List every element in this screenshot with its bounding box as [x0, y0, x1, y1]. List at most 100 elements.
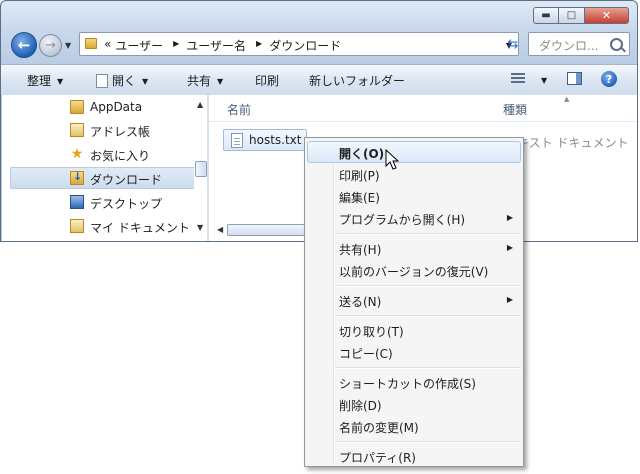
- navigation-pane: AppData アドレス帳 ★ お気に入り ダウンロード デスクトップ マイ ド…: [2, 95, 207, 241]
- menu-item-open[interactable]: 開く(O): [307, 141, 521, 163]
- nav-item-favorites[interactable]: ★ お気に入り: [10, 143, 200, 165]
- menu-separator: [335, 285, 521, 287]
- submenu-arrow-icon: ▶: [506, 295, 513, 304]
- menu-item-label: 送る(N): [339, 295, 382, 309]
- favorites-star-icon: ★: [70, 146, 84, 162]
- file-item[interactable]: hosts.txt: [223, 129, 307, 151]
- breadcrumb: « ユーザー ▶ ユーザー名 ▶ ダウンロード: [104, 37, 345, 54]
- nav-item-label: ダウンロード: [90, 173, 163, 187]
- column-header-type[interactable]: 種類: [503, 101, 527, 118]
- menu-item-cut[interactable]: 切り取り(T): [307, 319, 521, 341]
- recent-pages-dropdown-icon[interactable]: ▼: [65, 41, 71, 50]
- breadcrumb-overflow[interactable]: «: [104, 37, 111, 54]
- menu-item-label: コピー(C): [339, 347, 393, 361]
- back-button[interactable]: ←: [11, 32, 37, 58]
- refresh-button[interactable]: ⇆: [502, 33, 524, 55]
- menu-item-send-to[interactable]: 送る(N) ▶: [307, 289, 521, 311]
- menu-separator: [335, 233, 521, 235]
- forward-button[interactable]: →: [39, 34, 62, 57]
- change-view-icon[interactable]: [511, 73, 525, 84]
- menu-item-rename[interactable]: 名前の変更(M): [307, 415, 521, 437]
- close-button[interactable]: ✕: [585, 7, 629, 24]
- document-icon: [96, 74, 108, 88]
- menu-item-label: ショートカットの作成(S): [339, 377, 476, 391]
- forward-arrow-icon: →: [45, 38, 56, 53]
- organize-button[interactable]: 整理 ▼: [27, 72, 63, 89]
- help-icon[interactable]: ?: [601, 71, 617, 87]
- breadcrumb-item-username[interactable]: ユーザー名: [186, 37, 246, 54]
- back-arrow-icon: ←: [17, 36, 31, 54]
- search-input[interactable]: ダウンロ...: [528, 32, 630, 56]
- menu-item-delete[interactable]: 削除(D): [307, 393, 521, 415]
- menu-item-print[interactable]: 印刷(P): [307, 163, 521, 185]
- chevron-right-icon[interactable]: ▶: [173, 39, 179, 56]
- menu-item-label: 印刷(P): [339, 169, 380, 183]
- menu-item-label: プロパティ(R): [339, 451, 416, 465]
- submenu-arrow-icon: ▶: [506, 243, 513, 252]
- command-bar: 整理 ▼ 開く ▼ 共有 ▼ 印刷 新しいフォルダー ▼ ?: [1, 64, 637, 96]
- menu-item-copy[interactable]: コピー(C): [307, 341, 521, 363]
- chevron-right-icon[interactable]: ▶: [256, 39, 262, 56]
- minimize-button[interactable]: ▬: [533, 7, 559, 24]
- nav-item-appdata[interactable]: AppData: [10, 96, 200, 118]
- text-file-icon: [231, 133, 243, 148]
- menu-separator: [335, 441, 521, 443]
- new-folder-button[interactable]: 新しいフォルダー: [309, 72, 405, 89]
- menu-item-properties[interactable]: プロパティ(R): [307, 445, 521, 467]
- scrollbar-thumb[interactable]: [227, 224, 307, 236]
- nav-item-label: マイ ドキュメント: [90, 221, 190, 235]
- submenu-arrow-icon: ▶: [506, 213, 513, 222]
- nav-item-contacts[interactable]: アドレス帳: [10, 119, 200, 141]
- scroll-left-icon[interactable]: ◀: [217, 225, 223, 234]
- nav-vertical-scrollbar[interactable]: ▲ ▼: [194, 95, 207, 241]
- open-label: 開く: [112, 74, 137, 88]
- nav-item-label: AppData: [90, 100, 143, 114]
- menu-separator: [335, 367, 521, 369]
- share-button[interactable]: 共有 ▼: [187, 72, 223, 89]
- menu-item-label: 名前の変更(M): [339, 421, 419, 435]
- menu-item-label: 切り取り(T): [339, 325, 404, 339]
- mouse-cursor-icon: [385, 149, 399, 170]
- chevron-down-icon: ▼: [57, 77, 64, 86]
- menu-item-label: 編集(E): [339, 191, 380, 205]
- nav-item-label: お気に入り: [90, 149, 151, 163]
- menu-item-open-with[interactable]: プログラムから開く(H) ▶: [307, 207, 521, 229]
- preview-pane-icon[interactable]: [567, 72, 582, 85]
- print-button[interactable]: 印刷: [255, 72, 279, 89]
- search-icon[interactable]: [610, 38, 623, 51]
- contacts-folder-icon: [70, 123, 84, 137]
- scroll-up-icon[interactable]: ▲: [197, 100, 203, 109]
- nav-item-desktop[interactable]: デスクトップ: [10, 191, 200, 213]
- address-bar[interactable]: « ユーザー ▶ ユーザー名 ▶ ダウンロード ▼: [79, 32, 519, 56]
- new-folder-label: 新しいフォルダー: [309, 74, 406, 88]
- context-menu: 開く(O) 印刷(P) 編集(E) プログラムから開く(H) ▶ 共有(H) ▶…: [304, 137, 524, 467]
- column-header-name[interactable]: 名前: [227, 101, 251, 118]
- nav-item-downloads[interactable]: ダウンロード: [10, 167, 200, 189]
- menu-item-edit[interactable]: 編集(E): [307, 185, 521, 207]
- sort-ascending-icon: ▲: [564, 95, 570, 103]
- nav-item-label: アドレス帳: [90, 125, 151, 139]
- scrollbar-thumb[interactable]: [195, 161, 207, 177]
- chevron-down-icon: ▼: [142, 77, 149, 86]
- menu-separator: [335, 315, 521, 317]
- file-name: hosts.txt: [249, 133, 302, 147]
- column-divider: [209, 121, 637, 122]
- chevron-down-icon: ▼: [541, 76, 548, 85]
- scroll-down-icon[interactable]: ▼: [197, 223, 203, 232]
- breadcrumb-item-users[interactable]: ユーザー: [115, 37, 163, 54]
- downloads-folder-icon: [70, 170, 84, 185]
- maximize-button[interactable]: □: [559, 7, 585, 24]
- refresh-icon: ⇆: [507, 36, 519, 52]
- menu-item-share[interactable]: 共有(H) ▶: [307, 237, 521, 259]
- menu-item-label: 以前のバージョンの復元(V): [339, 265, 489, 279]
- view-options-dropdown[interactable]: ▼: [535, 73, 547, 87]
- documents-folder-icon: [70, 219, 84, 233]
- print-label: 印刷: [255, 74, 280, 88]
- chevron-down-icon: ▼: [217, 77, 224, 86]
- menu-item-create-shortcut[interactable]: ショートカットの作成(S): [307, 371, 521, 393]
- open-button[interactable]: 開く ▼: [96, 72, 148, 89]
- caption-buttons: ▬ □ ✕: [533, 7, 629, 24]
- breadcrumb-item-downloads[interactable]: ダウンロード: [269, 37, 341, 54]
- menu-item-restore-previous-versions[interactable]: 以前のバージョンの復元(V): [307, 259, 521, 281]
- nav-item-documents[interactable]: マイ ドキュメント: [10, 215, 200, 237]
